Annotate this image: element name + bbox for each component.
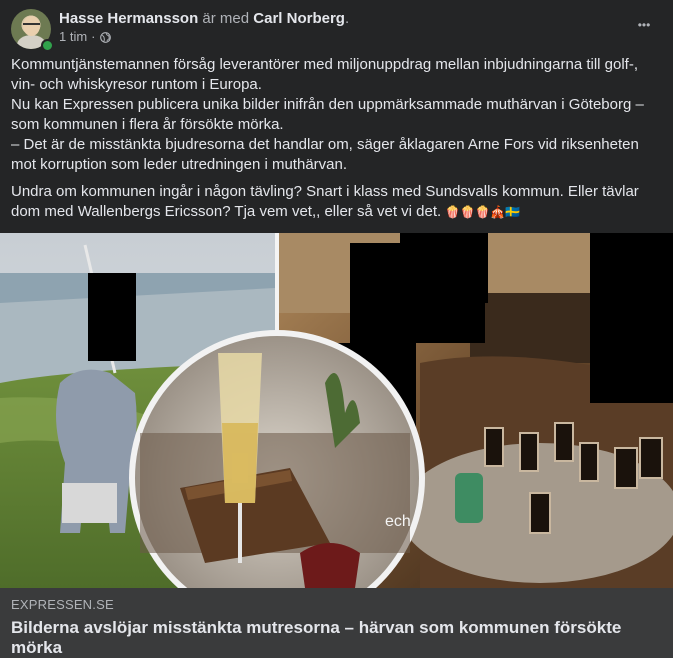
post-header: Hasse Hermansson är med Carl Norberg. 1 … [11,7,662,52]
meta-separator: · [91,29,96,44]
author-line: Hasse Hermansson är med Carl Norberg. [59,9,349,28]
post-paragraph-1: Kommuntjänstemannen försåg leverantörer … [11,55,656,175]
emoji-string: 🍿🍿🍿🎪🇸🇪 [445,205,521,219]
post-meta: 1 tim · [59,29,111,45]
post-paragraph-2-text: Undra om kommunen ingår i någon tävling?… [11,183,639,220]
with-text: är med [202,10,250,27]
link-title[interactable]: Bilderna avslöjar misstänkta mutresorna … [11,618,651,658]
online-status-icon [41,39,54,52]
more-options-button[interactable]: ••• [626,7,662,43]
post-text: Kommuntjänstemannen försåg leverantörer … [11,55,656,222]
tagged-suffix: . [344,10,350,27]
collage-photo: ech [0,233,673,588]
tagged-person-link[interactable]: Carl Norberg [253,10,345,27]
avatar-glasses [23,23,40,29]
link-preview-footer[interactable]: EXPRESSEN.SE Bilderna avslöjar misstänkt… [0,588,673,658]
more-dots-icon: ••• [637,18,651,32]
post-paragraph-2: Undra om kommunen ingår i någon tävling?… [11,182,656,222]
author-link[interactable]: Hasse Hermansson [59,10,198,27]
globe-icon[interactable] [99,31,111,43]
post-line-3: – Det är de misstänkta bjudresorna det h… [11,136,639,173]
link-domain: EXPRESSEN.SE [11,597,114,612]
logo-watermark: ech [385,513,411,530]
post-line-1: Kommuntjänstemannen försåg leverantörer … [11,56,639,93]
post-line-2: Nu kan Expressen publicera unika bilder … [11,96,644,133]
post-timestamp[interactable]: 1 tim [59,29,87,45]
link-preview-image[interactable]: ech [0,233,673,588]
